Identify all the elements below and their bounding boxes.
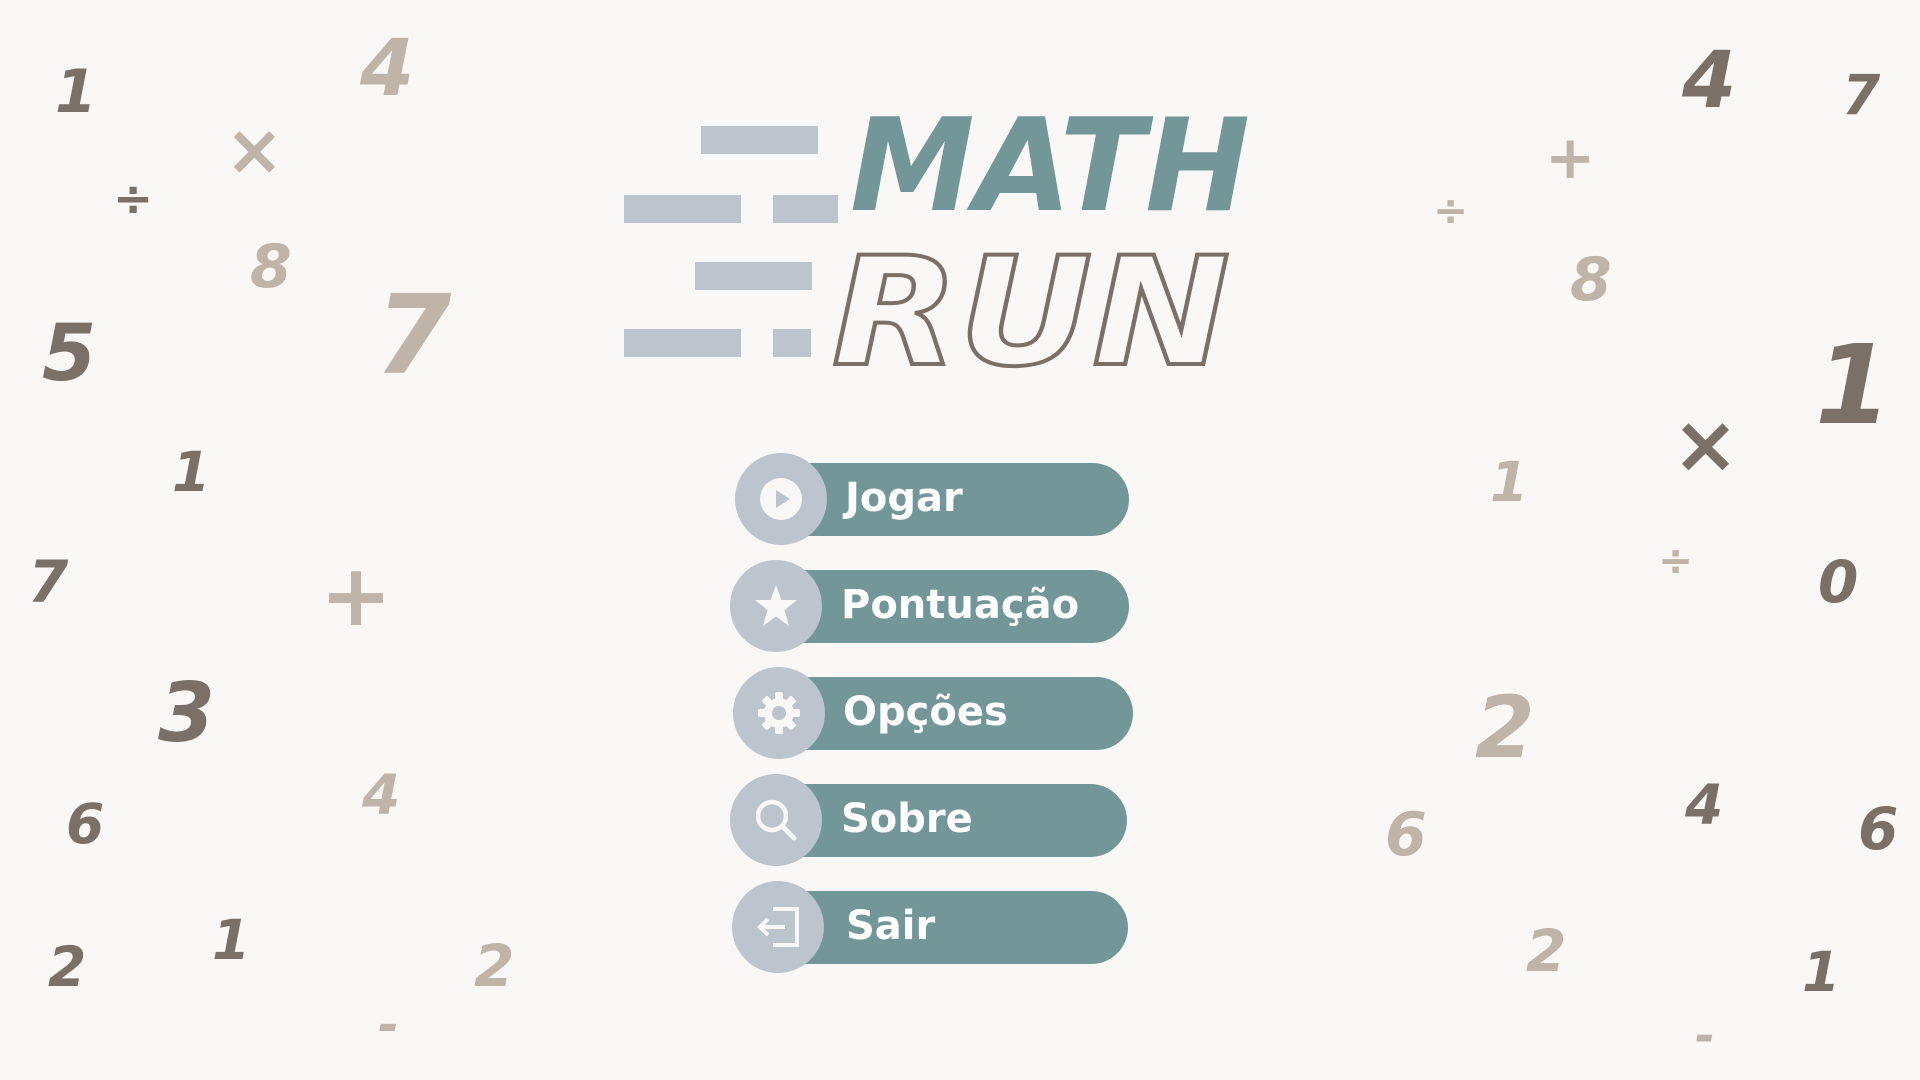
- exit-button-circle[interactable]: [732, 881, 824, 973]
- bg-glyph: 4: [360, 24, 415, 114]
- score-button[interactable]: Pontuação: [730, 559, 1133, 653]
- exit-icon: [757, 907, 799, 947]
- about-button[interactable]: Sobre: [730, 773, 1133, 867]
- main-menu-screen: 1 4 × ÷ 8 7 5 1 7 + 3 4 6 2 1 2 - 4 7 + …: [0, 0, 1920, 1080]
- bg-glyph: ÷: [113, 171, 154, 227]
- play-button-circle[interactable]: [735, 453, 827, 545]
- bg-glyph: 7: [28, 548, 69, 616]
- bg-glyph: 1: [1490, 450, 1529, 514]
- bg-glyph: 1: [212, 908, 251, 972]
- bg-glyph: +: [1545, 123, 1596, 193]
- bg-glyph: 2: [1526, 917, 1567, 985]
- options-button[interactable]: Opções: [733, 666, 1133, 760]
- bg-glyph: 0: [1818, 548, 1859, 616]
- bg-glyph: 6: [1385, 800, 1427, 870]
- bg-glyph: 4: [1682, 36, 1737, 126]
- game-logo: MATH RUN: [620, 110, 1260, 380]
- bg-glyph: 3: [158, 666, 216, 761]
- about-button-label: Sobre: [841, 796, 973, 842]
- bg-glyph: 8: [1570, 245, 1612, 315]
- bg-glyph: 1: [1802, 940, 1841, 1004]
- bg-glyph: 1: [172, 440, 211, 504]
- bg-glyph: 7: [375, 271, 452, 399]
- exit-button[interactable]: Sair: [732, 880, 1133, 974]
- logo-svg: MATH RUN: [624, 110, 1250, 380]
- main-menu: Jogar Pontuação Opções Sobre Sair: [730, 452, 1133, 987]
- score-button-circle[interactable]: [730, 560, 822, 652]
- bg-glyph: 8: [250, 232, 292, 302]
- bg-glyph: 2: [474, 932, 515, 1000]
- bg-glyph: ×: [1672, 398, 1740, 491]
- about-button-circle[interactable]: [730, 774, 822, 866]
- bg-glyph: 1: [55, 57, 97, 127]
- magnifier-icon: [755, 799, 797, 841]
- bg-glyph: 2: [48, 935, 87, 999]
- exit-button-bar[interactable]: [773, 891, 1128, 964]
- exit-button-label: Sair: [846, 903, 936, 949]
- bg-glyph: ÷: [1658, 536, 1694, 585]
- bg-glyph: 5: [42, 309, 97, 399]
- play-button-label: Jogar: [845, 475, 963, 521]
- bg-glyph: +: [320, 546, 393, 646]
- play-button[interactable]: Jogar: [733, 452, 1133, 546]
- bg-glyph: ×: [225, 109, 284, 191]
- options-button-label: Opções: [843, 689, 1008, 735]
- bg-glyph: 6: [1858, 795, 1899, 863]
- bg-glyph: 7: [1842, 63, 1881, 127]
- play-icon: [760, 478, 802, 520]
- score-button-label: Pontuação: [841, 582, 1080, 628]
- logo-word-run: RUN: [832, 226, 1230, 380]
- bg-glyph: 6: [66, 792, 105, 856]
- bg-glyph: 4: [362, 763, 401, 827]
- bg-glyph: -: [378, 996, 399, 1054]
- bg-glyph: ÷: [1433, 186, 1469, 235]
- bg-glyph: -: [1695, 1008, 1715, 1064]
- logo-word-math: MATH: [850, 110, 1250, 241]
- bg-glyph: 4: [1685, 773, 1724, 837]
- gear-icon: [758, 692, 800, 734]
- options-button-circle[interactable]: [733, 667, 825, 759]
- star-icon: [755, 585, 797, 626]
- speed-lines-icon: [624, 126, 838, 357]
- bg-glyph: 2: [1475, 678, 1535, 778]
- bg-glyph: 1: [1815, 321, 1892, 449]
